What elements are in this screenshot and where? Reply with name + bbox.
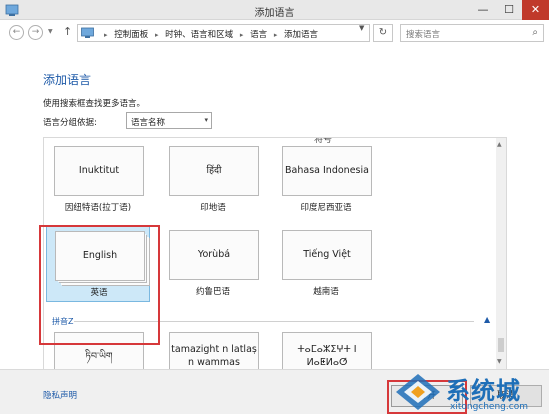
language-tile-vietnamese[interactable]: Tiếng Việt 越南语: [274, 226, 378, 302]
brand-logo-icon: [396, 374, 440, 410]
control-panel-icon: [81, 27, 94, 38]
forward-button[interactable]: →: [28, 25, 43, 40]
breadcrumb-item[interactable]: 添加语言: [284, 30, 318, 40]
recent-locations-icon[interactable]: ▼: [48, 28, 53, 35]
close-button[interactable]: ✕: [522, 0, 549, 20]
language-name-label: 约鲁巴语: [195, 287, 230, 297]
language-tile-indonesian[interactable]: Bahasa Indonesia 印度尼西亚语: [274, 142, 378, 218]
breadcrumb-separator: ▸: [154, 31, 159, 39]
breadcrumb-item[interactable]: 时钟、语言和区域: [165, 30, 233, 40]
search-box[interactable]: 搜索语言 ⌕: [400, 24, 544, 42]
breadcrumb-separator: ▸: [104, 31, 108, 39]
language-tile-yoruba[interactable]: Yorùbá 约鲁巴语: [161, 226, 265, 302]
address-bar[interactable]: ▸ 控制面板 ▸ 时钟、语言和区域 ▸ 语言 ▸ 添加语言: [77, 24, 370, 42]
chevron-down-icon: ▾: [204, 116, 208, 124]
language-tile-button[interactable]: tamazight n latlaṣ n wammas: [169, 332, 259, 369]
language-tile-inuktitut[interactable]: Inuktitut 因纽特语(拉丁语): [46, 142, 150, 218]
watermark: 系统城 xitongcheng.com: [392, 370, 547, 414]
up-button[interactable]: ↑: [63, 25, 72, 38]
language-tile-button[interactable]: Tiếng Việt: [282, 230, 372, 280]
watermark-url: xitongcheng.com: [450, 402, 528, 412]
language-tile-button[interactable]: Yorùbá: [169, 230, 259, 280]
page-title: 添加语言: [43, 73, 92, 87]
title-bar: 添加语言 — ☐ ✕: [0, 0, 549, 20]
group-by-value: 语言名称: [131, 118, 166, 128]
language-tile-tamazight-tifinagh[interactable]: ⵜⴰⵎⴰⵣⵉⵖⵜ ⵏ ⵍⴰⵟⵍⴰⵚ: [274, 328, 378, 369]
breadcrumb-separator: ▸: [273, 31, 278, 39]
main-content: 添加语言 使用搜索框查找更多语言。 语言分组依据: 语言名称 ▾ 将号 Inuk…: [0, 45, 549, 369]
language-tile-button[interactable]: Inuktitut: [54, 146, 144, 196]
group-by-label: 语言分组依据:: [43, 118, 97, 128]
breadcrumb: ▸ 控制面板 ▸ 时钟、语言和区域 ▸ 语言 ▸ 添加语言: [100, 28, 318, 40]
search-icon[interactable]: ⌕: [532, 27, 538, 38]
breadcrumb-item[interactable]: 控制面板: [114, 30, 148, 40]
language-name-label: 越南语: [313, 287, 339, 297]
back-button[interactable]: ←: [9, 25, 24, 40]
vertical-scrollbar[interactable]: ▲ ▼: [496, 138, 506, 369]
selection-highlight: [39, 225, 160, 345]
breadcrumb-separator: ▸: [239, 31, 244, 39]
address-dropdown-icon[interactable]: ▼: [359, 24, 364, 32]
collapse-icon[interactable]: ▲: [484, 315, 490, 324]
search-input[interactable]: 搜索语言: [406, 28, 440, 40]
language-tile-tamazight-latin[interactable]: tamazight n latlaṣ n wammas: [161, 328, 265, 369]
page-subtitle: 使用搜索框查找更多语言。: [43, 99, 146, 109]
language-tile-hindi[interactable]: हिंदी 印地语: [161, 142, 265, 218]
scroll-thumb[interactable]: [498, 338, 504, 352]
language-name-label: 印地语: [200, 203, 226, 213]
scroll-up-icon[interactable]: ▲: [497, 141, 502, 148]
language-tile-button[interactable]: Bahasa Indonesia: [282, 146, 372, 196]
maximize-button[interactable]: ☐: [496, 0, 522, 20]
language-tile-button[interactable]: ⵜⴰⵎⴰⵣⵉⵖⵜ ⵏ ⵍⴰⵟⵍⴰⵚ: [282, 332, 372, 369]
language-name-label: 因纽特语(拉丁语): [64, 203, 132, 213]
watermark-brand: 系统城: [446, 377, 521, 405]
privacy-link[interactable]: 隐私声明: [43, 389, 77, 401]
language-name-label: 印度尼西亚语: [300, 203, 352, 213]
refresh-button[interactable]: ↻: [373, 24, 393, 42]
minimize-button[interactable]: —: [470, 0, 496, 20]
language-tile-button[interactable]: हिंदी: [169, 146, 259, 196]
breadcrumb-item[interactable]: 语言: [250, 30, 267, 40]
group-by-select[interactable]: 语言名称 ▾: [126, 112, 212, 129]
window-title: 添加语言: [254, 8, 295, 19]
navigation-bar: ← → ▼ ↑ ▸ 控制面板 ▸ 时钟、语言和区域 ▸ 语言 ▸ 添加语言 ▼ …: [0, 20, 549, 45]
scroll-down-icon[interactable]: ▼: [497, 358, 502, 365]
